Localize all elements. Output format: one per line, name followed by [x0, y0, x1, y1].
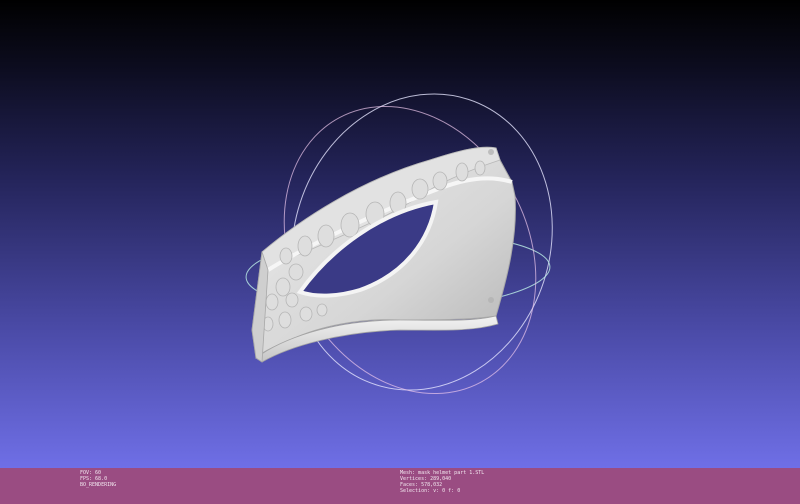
mask-pin-hole-top	[488, 149, 494, 155]
mesh-info: Mesh: mask helmet part 1.STL Vertices: 2…	[400, 470, 484, 494]
mask-model[interactable]	[251, 146, 516, 363]
mask-pin-hole-side	[488, 297, 494, 303]
status-bar: FOV: 60 FPS: 68.0 BO_RENDERING Mesh: mas…	[0, 468, 800, 504]
render-mode-readout: BO_RENDERING	[80, 482, 117, 488]
scene-canvas[interactable]	[0, 0, 800, 468]
3d-viewport[interactable]	[0, 0, 800, 468]
render-info: FOV: 60 FPS: 68.0 BO_RENDERING	[80, 470, 116, 488]
selection-count: Selection: v: 0 f: 0	[400, 488, 461, 494]
